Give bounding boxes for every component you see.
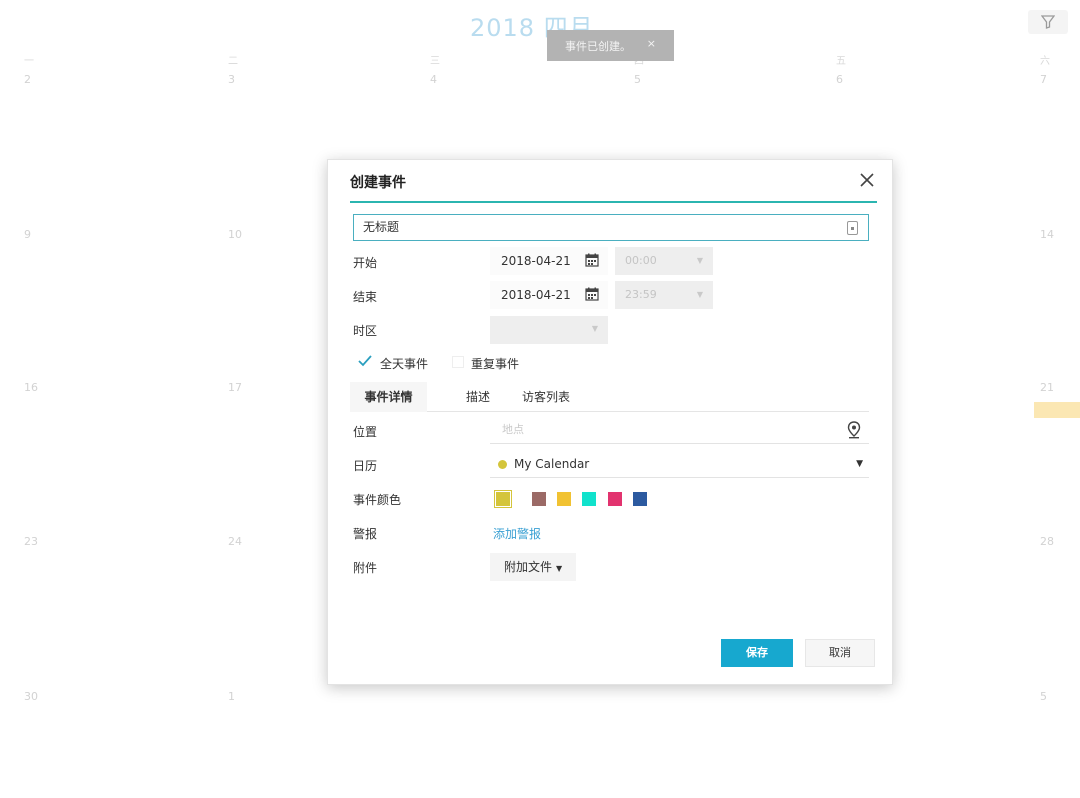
color-swatch[interactable] (582, 492, 596, 506)
color-swatch[interactable] (608, 492, 622, 506)
toast-close-icon[interactable]: × (647, 37, 656, 50)
day-number: 1 (228, 690, 235, 703)
close-icon[interactable] (857, 170, 877, 190)
allday-label: 全天事件 (380, 357, 429, 371)
location-placeholder: 地点 (502, 423, 524, 436)
event-title-value: 无标题 (363, 220, 400, 234)
end-time-select[interactable]: 23:59 ▼ (615, 281, 713, 309)
event-color-label: 事件颜色 (353, 493, 402, 507)
day-number: 6 (836, 73, 843, 86)
weekday-header: 二 (228, 56, 238, 67)
end-time-value: 23:59 (625, 288, 657, 301)
clipboard-icon[interactable] (847, 221, 858, 235)
end-label: 结束 (353, 290, 378, 304)
event-chip[interactable] (1034, 402, 1080, 418)
start-date-value: 2018-04-21 (501, 254, 571, 268)
location-input[interactable]: 地点 (490, 418, 869, 444)
alarm-label: 警报 (353, 527, 378, 541)
day-number: 23 (24, 535, 38, 548)
end-date-field[interactable]: 2018-04-21 (490, 281, 608, 309)
toast-text: 事件已创建。 (565, 39, 631, 53)
day-number: 24 (228, 535, 242, 548)
day-number: 28 (1040, 535, 1054, 548)
end-date-value: 2018-04-21 (501, 288, 571, 302)
day-number: 30 (24, 690, 38, 703)
chevron-down-icon: ▼ (696, 256, 703, 265)
day-number: 5 (634, 73, 641, 86)
calendar-icon[interactable] (585, 287, 599, 301)
dialog-title: 创建事件 (350, 175, 406, 191)
tab-description[interactable]: 描述 (450, 382, 506, 412)
day-number: 9 (24, 228, 31, 241)
day-number: 4 (430, 73, 437, 86)
map-pin-icon[interactable] (847, 421, 861, 439)
tab-event-details[interactable]: 事件详情 (350, 382, 427, 412)
create-event-dialog: 创建事件 无标题 开始 2018-04-21 00:00 ▼ 结束 2018-0… (327, 159, 893, 685)
weekday-header: 一 (24, 56, 34, 67)
timezone-select[interactable]: ▼ (490, 316, 608, 344)
add-alarm-link[interactable]: 添加警报 (493, 525, 541, 542)
start-time-select[interactable]: 00:00 ▼ (615, 247, 713, 275)
day-number: 7 (1040, 73, 1047, 86)
day-number: 5 (1040, 690, 1047, 703)
chevron-down-icon: ▼ (696, 290, 703, 299)
repeat-checkbox[interactable] (452, 356, 464, 368)
day-number: 14 (1040, 228, 1054, 241)
start-label: 开始 (353, 256, 378, 270)
day-number: 21 (1040, 381, 1054, 394)
start-date-field[interactable]: 2018-04-21 (490, 247, 608, 275)
location-label: 位置 (353, 425, 378, 439)
color-swatch[interactable] (557, 492, 571, 506)
save-button[interactable]: 保存 (721, 639, 793, 667)
day-number: 16 (24, 381, 38, 394)
timezone-label: 时区 (353, 324, 378, 338)
chevron-down-icon: ▼ (591, 324, 598, 333)
calendar-icon[interactable] (585, 253, 599, 267)
tab-guest-list[interactable]: 访客列表 (510, 382, 582, 412)
color-swatch[interactable] (495, 491, 511, 507)
start-time-value: 00:00 (625, 254, 657, 267)
weekday-header: 五 (836, 56, 846, 67)
filter-icon[interactable] (1028, 10, 1068, 34)
dialog-tabs: 事件详情 描述 访客列表 (350, 382, 869, 412)
chevron-down-icon: ▼ (556, 564, 563, 573)
calendar-label: 日历 (353, 459, 378, 473)
attach-file-button[interactable]: 附加文件 ▼ (490, 553, 576, 581)
day-number: 3 (228, 73, 235, 86)
attach-file-label: 附加文件 (504, 560, 553, 574)
toast-notification: 事件已创建。 × (547, 30, 674, 61)
weekday-header: 三 (430, 56, 440, 67)
chevron-down-icon: ▼ (856, 459, 863, 469)
calendar-select-value: My Calendar (514, 457, 590, 471)
day-number: 2 (24, 73, 31, 86)
cancel-button[interactable]: 取消 (805, 639, 875, 667)
weekday-header: 六 (1040, 56, 1050, 67)
calendar-color-dot (498, 460, 507, 469)
day-number: 10 (228, 228, 242, 241)
color-swatch[interactable] (633, 492, 647, 506)
attachment-label: 附件 (353, 561, 378, 575)
event-title-input[interactable]: 无标题 (353, 214, 869, 241)
calendar-select[interactable]: My Calendar ▼ (490, 452, 869, 478)
color-swatch[interactable] (532, 492, 546, 506)
allday-checkbox[interactable] (357, 353, 373, 369)
repeat-label: 重复事件 (471, 357, 520, 371)
dialog-header: 创建事件 (350, 160, 877, 203)
day-number: 17 (228, 381, 242, 394)
